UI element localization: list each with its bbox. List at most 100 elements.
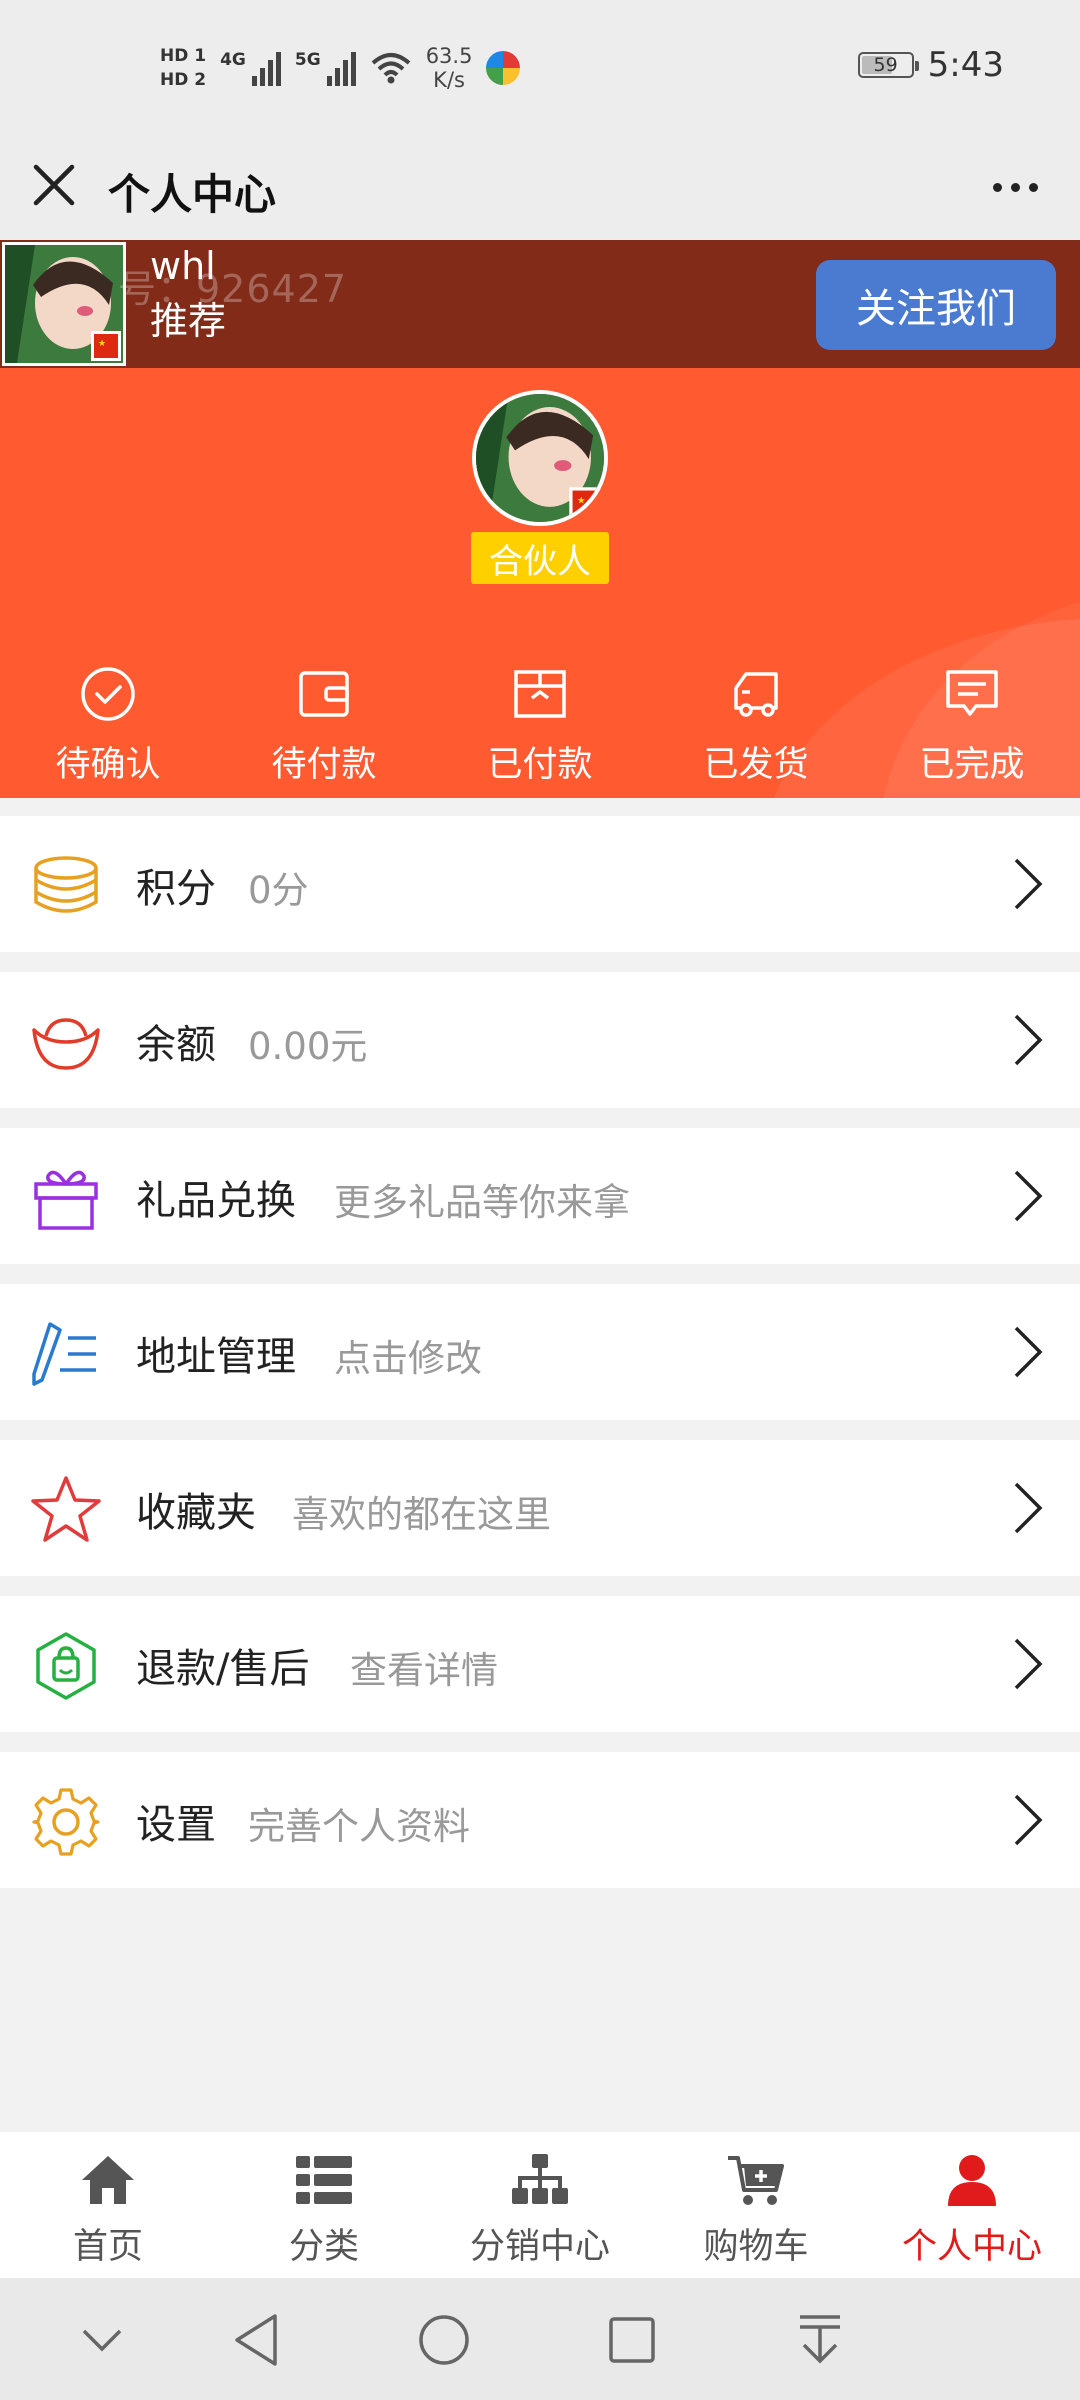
- banner-avatar[interactable]: ★: [2, 242, 126, 366]
- menu-item-points[interactable]: 积分 0分: [0, 816, 1080, 952]
- recommend-label: 推荐: [150, 299, 227, 343]
- system-nav-bar: [0, 2278, 1080, 2400]
- order-label: 待确认: [55, 745, 161, 785]
- bottom-tab-bar: 首页 分类 分销中心 购物车 个人中心: [0, 2132, 1080, 2278]
- order-paid[interactable]: 已付款: [432, 664, 648, 787]
- coins-icon: [34, 856, 98, 913]
- cart-icon: [728, 2156, 784, 2205]
- status-bar: HD 1 HD 2 4G 5G 63.5 K/s 59 5:43: [0, 0, 1080, 135]
- star-icon: [31, 1476, 101, 1542]
- gift-icon: [34, 1170, 98, 1230]
- order-label: 已完成: [919, 745, 1025, 785]
- nav-collapse-button[interactable]: [70, 2308, 134, 2372]
- menu-subtitle: 0分: [248, 869, 309, 912]
- check-circle-icon: [81, 667, 135, 721]
- menu-item-refund[interactable]: 退款/售后 查看详情: [0, 1596, 1080, 1732]
- comment-icon: [946, 670, 998, 716]
- menu-title: 地址管理: [136, 1334, 296, 1380]
- tab-distribution[interactable]: 分销中心: [432, 2132, 648, 2278]
- menu-item-settings[interactable]: 设置 完善个人资料: [0, 1752, 1080, 1888]
- menu-title: 设置: [136, 1802, 216, 1848]
- shopping-bag-icon: [36, 1632, 96, 1700]
- recents-square-icon: [609, 2317, 655, 2363]
- hd2-label: HD 2: [160, 70, 207, 90]
- follow-us-button[interactable]: 关注我们: [816, 260, 1056, 350]
- menu-title: 余额: [136, 1022, 216, 1068]
- net2-label: 5G: [294, 50, 321, 70]
- pull-down-icon: [800, 2315, 840, 2364]
- tab-label: 首页: [72, 2227, 143, 2267]
- avatar-image: ★: [5, 245, 123, 363]
- chevron-right-icon: [1014, 1170, 1043, 1222]
- menu-subtitle: 0.00元: [248, 1025, 368, 1068]
- chevron-right-icon: [1014, 1014, 1043, 1066]
- profile-avatar[interactable]: ★: [472, 390, 608, 526]
- chevron-right-icon: [1014, 858, 1043, 910]
- order-label: 已付款: [487, 745, 593, 785]
- gear-icon: [32, 1788, 100, 1856]
- tab-category[interactable]: 分类: [216, 2132, 432, 2278]
- menu-subtitle: 完善个人资料: [248, 1805, 470, 1848]
- gold-ingot-icon: [32, 1018, 100, 1070]
- order-completed[interactable]: 已完成: [864, 664, 1080, 787]
- tab-label: 分类: [288, 2227, 359, 2267]
- order-status-bar: 待确认 待付款 已付款 已发货 已完成: [0, 664, 1080, 787]
- network-icon: [512, 2154, 568, 2204]
- more-icon: [992, 182, 1002, 192]
- order-shipped[interactable]: 已发货: [648, 664, 864, 787]
- net1-label: 4G: [220, 50, 246, 70]
- network-speed: 63.5 K/s: [426, 44, 473, 92]
- user-banner: ★ 号：926427 whl 推荐 关注我们: [0, 240, 1080, 368]
- hd-indicators: HD 1 HD 2: [160, 44, 206, 92]
- profile-header: ★ 合伙人 待确认 待付款 已付款 已发货 已完成: [0, 368, 1080, 798]
- truck-icon: [734, 672, 778, 717]
- svg-text:★: ★: [98, 339, 106, 349]
- user-name: whl: [150, 244, 216, 288]
- signal-bars-icon: [251, 50, 281, 86]
- menu-item-address[interactable]: 地址管理 点击修改: [0, 1284, 1080, 1420]
- nav-notification-button[interactable]: [788, 2308, 852, 2372]
- nav-home-button[interactable]: [412, 2308, 476, 2372]
- order-label: 待付款: [271, 745, 377, 785]
- member-level-badge: 合伙人: [471, 532, 609, 584]
- user-icon: [948, 2155, 996, 2206]
- close-button[interactable]: [22, 153, 86, 217]
- app-notification-icon: [486, 51, 521, 85]
- menu-subtitle: 喜欢的都在这里: [292, 1493, 551, 1536]
- menu-title: 收藏夹: [136, 1490, 256, 1536]
- tab-home[interactable]: 首页: [0, 2132, 216, 2278]
- menu-list: 积分 0分 余额 0.00元 礼品兑换 更多礼品等你来拿 地址管理 点击修改 收…: [0, 816, 1080, 1908]
- menu-item-favorites[interactable]: 收藏夹 喜欢的都在这里: [0, 1440, 1080, 1576]
- pen-list-icon: [32, 1322, 96, 1386]
- signal-5g: 5G: [295, 50, 356, 86]
- speed-value: 63.5: [425, 44, 473, 68]
- tab-label: 个人中心: [901, 2227, 1042, 2267]
- avatar-image: ★: [476, 394, 604, 522]
- menu-item-gift-exchange[interactable]: 礼品兑换 更多礼品等你来拿: [0, 1128, 1080, 1264]
- chevron-right-icon: [1014, 1482, 1043, 1534]
- chevron-right-icon: [1014, 1638, 1043, 1690]
- nav-recents-button[interactable]: [600, 2308, 664, 2372]
- home-circle-icon: [419, 2315, 469, 2365]
- status-left: HD 1 HD 2 4G 5G 63.5 K/s: [160, 38, 521, 98]
- chevron-right-icon: [1014, 1326, 1043, 1378]
- tab-label: 分销中心: [469, 2227, 610, 2267]
- menu-subtitle: 更多礼品等你来拿: [334, 1181, 630, 1224]
- menu-subtitle: 查看详情: [350, 1649, 498, 1692]
- tab-profile[interactable]: 个人中心: [864, 2132, 1080, 2278]
- menu-item-balance[interactable]: 余额 0.00元: [0, 972, 1080, 1108]
- order-pending-payment[interactable]: 待付款: [216, 664, 432, 787]
- order-label: 已发货: [703, 745, 809, 785]
- menu-title: 礼品兑换: [136, 1178, 296, 1224]
- more-button[interactable]: [980, 157, 1050, 217]
- speed-unit: K/s: [433, 68, 465, 92]
- tab-cart[interactable]: 购物车: [648, 2132, 864, 2278]
- wallet-icon: [299, 671, 349, 717]
- list-icon: [296, 2156, 352, 2204]
- signal-4g: 4G: [220, 50, 281, 86]
- svg-text:★: ★: [577, 496, 586, 507]
- nav-back-button[interactable]: [224, 2308, 288, 2372]
- order-pending-confirm[interactable]: 待确认: [0, 664, 216, 787]
- menu-subtitle: 点击修改: [334, 1337, 482, 1380]
- battery-level: 59: [873, 54, 898, 76]
